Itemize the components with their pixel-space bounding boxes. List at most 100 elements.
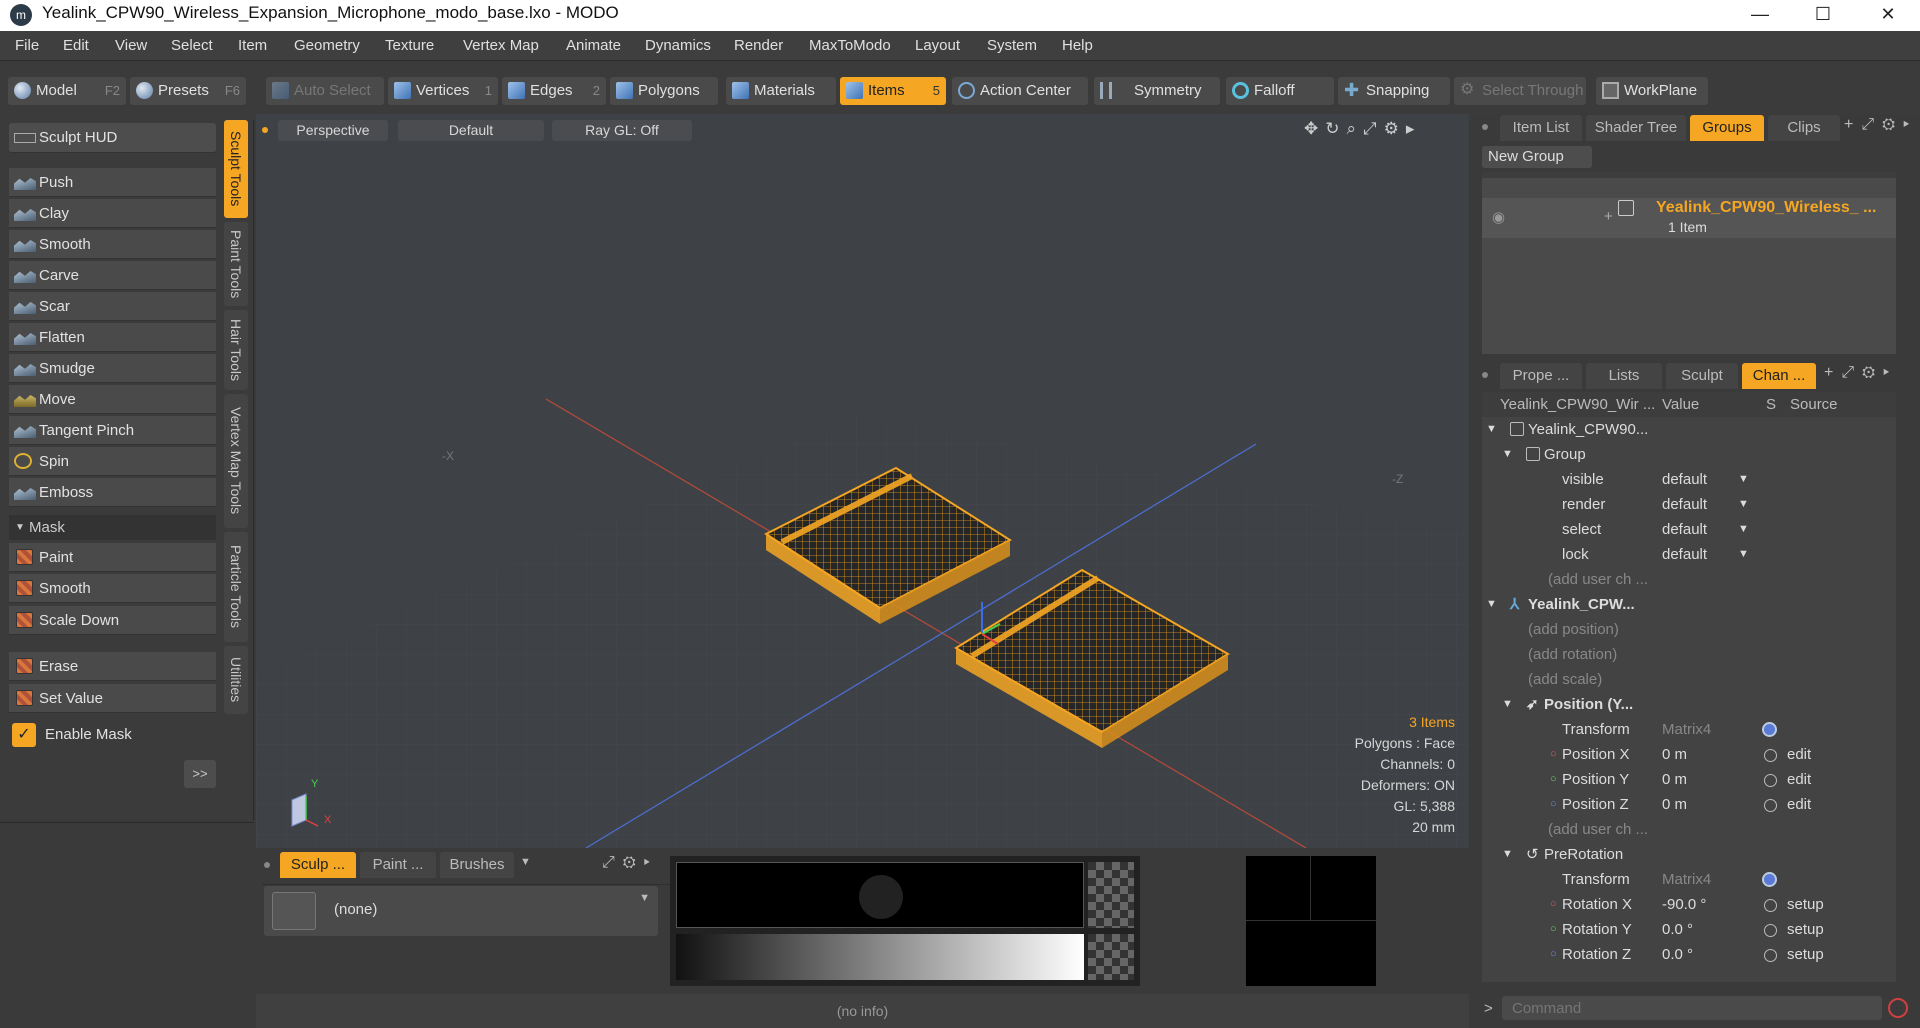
tab-paint-tools[interactable]: Paint Tools <box>224 222 248 306</box>
raygl-toggle[interactable]: Ray GL: Off <box>552 120 692 141</box>
channel-row[interactable]: ▼ Group <box>1482 442 1896 467</box>
auto-select-button[interactable]: Auto Select <box>266 77 384 105</box>
tab-channels[interactable]: Chan ... <box>1742 363 1816 389</box>
mask-smooth-button[interactable]: Smooth <box>9 574 216 603</box>
view-mode-dropdown[interactable]: Perspective <box>278 120 388 141</box>
maximize-button[interactable]: ☐ <box>1803 0 1843 31</box>
viewport-nav-icons[interactable]: ✥↻⌕⤢⚙▸ <box>1304 119 1421 139</box>
expand-plus-icon[interactable]: + <box>1604 208 1613 225</box>
mask-section-header[interactable]: ▼ Mask <box>9 515 216 540</box>
channel-row[interactable]: visible default ▼ <box>1482 467 1896 492</box>
menu-geometry[interactable]: Geometry <box>294 37 360 54</box>
sculpt-hud-button[interactable]: Sculpt HUD <box>9 123 216 153</box>
tab-groups[interactable]: Groups <box>1690 115 1764 141</box>
keyframe-circle-icon[interactable] <box>1764 799 1777 812</box>
channel-row[interactable]: render default ▼ <box>1482 492 1896 517</box>
tab-paint-brushes[interactable]: Paint ... <box>360 852 436 878</box>
channel-row[interactable]: ▼ Yealink_CPW90... <box>1482 417 1896 442</box>
edges-button[interactable]: Edges 2 <box>502 77 606 105</box>
transform-gear-icon[interactable] <box>1762 872 1777 887</box>
tab-sculpt[interactable]: Sculpt <box>1666 363 1738 389</box>
channel-row[interactable]: (add user ch ... <box>1482 817 1896 842</box>
expand-panel-button[interactable]: >> <box>184 760 216 788</box>
menu-render[interactable]: Render <box>734 37 783 54</box>
select-through-button[interactable]: ⚙ Select Through <box>1454 77 1586 105</box>
tool-push[interactable]: Push <box>9 168 216 197</box>
menu-edit[interactable]: Edit <box>63 37 89 54</box>
tool-clay[interactable]: Clay <box>9 199 216 228</box>
transform-gear-icon[interactable] <box>1762 722 1777 737</box>
close-button[interactable]: ✕ <box>1868 0 1908 31</box>
channel-row[interactable]: (add position) <box>1482 617 1896 642</box>
tab-particle-tools[interactable]: Particle Tools <box>224 532 248 642</box>
menu-select[interactable]: Select <box>171 37 213 54</box>
menu-help[interactable]: Help <box>1062 37 1093 54</box>
menu-maxtomodo[interactable]: MaxToModo <box>809 37 891 54</box>
tab-hair-tools[interactable]: Hair Tools <box>224 310 248 390</box>
tab-lists[interactable]: Lists <box>1586 363 1662 389</box>
tab-item-list[interactable]: Item List <box>1500 115 1582 141</box>
dropdown-arrow-icon[interactable]: ▼ <box>1738 542 1749 567</box>
tab-shader-tree[interactable]: Shader Tree <box>1586 115 1686 141</box>
channel-row[interactable]: lock default ▼ <box>1482 542 1896 567</box>
workplane-button[interactable]: WorkPlane <box>1596 77 1708 105</box>
vertices-button[interactable]: Vertices 1 <box>388 77 498 105</box>
keyframe-circle-icon[interactable] <box>1764 774 1777 787</box>
new-group-button[interactable]: New Group <box>1482 146 1592 168</box>
mask-erase-button[interactable]: Erase <box>9 652 216 681</box>
tool-carve[interactable]: Carve <box>9 261 216 290</box>
menu-vertex-map[interactable]: Vertex Map <box>463 37 539 54</box>
mask-paint-button[interactable]: Paint <box>9 543 216 572</box>
record-icon[interactable] <box>1888 998 1908 1018</box>
tool-scar[interactable]: Scar <box>9 292 216 321</box>
menu-dynamics[interactable]: Dynamics <box>645 37 711 54</box>
dropdown-arrow-icon[interactable]: ▼ <box>1738 467 1749 492</box>
group-visibility-icon[interactable]: ◉ <box>1492 208 1505 226</box>
channel-row[interactable]: ▼ ⅄ Yealink_CPW... <box>1482 592 1896 617</box>
dropdown-arrow-icon[interactable]: ▼ <box>1738 492 1749 517</box>
channel-row[interactable]: ○ Position Y0 m edit <box>1482 767 1896 792</box>
3d-viewport[interactable]: -X -Z Y X 3 Items Polygons : Face Channe… <box>256 114 1469 848</box>
channel-row[interactable]: (add scale) <box>1482 667 1896 692</box>
command-input[interactable] <box>1502 996 1882 1020</box>
keyframe-circle-icon[interactable] <box>1764 949 1777 962</box>
tool-spin[interactable]: Spin <box>9 447 216 476</box>
tool-flatten[interactable]: Flatten <box>9 323 216 352</box>
menu-animate[interactable]: Animate <box>566 37 621 54</box>
keyframe-circle-icon[interactable] <box>1764 899 1777 912</box>
symmetry-button[interactable]: Symmetry <box>1094 77 1220 105</box>
menu-item[interactable]: Item <box>238 37 267 54</box>
presets-button[interactable]: Presets F6 <box>130 77 246 105</box>
tab-clips[interactable]: Clips <box>1768 115 1840 141</box>
tab-sculpt-tools[interactable]: Sculpt Tools <box>224 120 248 218</box>
shading-dropdown[interactable]: Default <box>398 120 544 141</box>
enable-mask-toggle[interactable]: ✓ Enable Mask <box>9 720 216 750</box>
channel-row[interactable]: (add rotation) <box>1482 642 1896 667</box>
keyframe-circle-icon[interactable] <box>1764 924 1777 937</box>
group-row[interactable]: ◉ + Yealink_CPW90_Wireless_ ... 1 Item <box>1482 198 1896 238</box>
brush-preset-selector[interactable]: (none) ▼ <box>264 886 658 936</box>
menu-layout[interactable]: Layout <box>915 37 960 54</box>
channel-row[interactable]: ○ Rotation Z 0.0 ° setup <box>1482 942 1896 967</box>
items-button[interactable]: Items 5 <box>840 77 946 105</box>
channel-row[interactable]: ○ Rotation X -90.0 ° setup <box>1482 892 1896 917</box>
channel-row[interactable]: ▼ ↺ PreRotation <box>1482 842 1896 867</box>
menu-file[interactable]: File <box>15 37 39 54</box>
polygons-button[interactable]: Polygons <box>610 77 718 105</box>
dropdown-arrow-icon[interactable]: ▼ <box>1738 517 1749 542</box>
channel-row[interactable]: ○ Position Z0 m edit <box>1482 792 1896 817</box>
materials-button[interactable]: Materials <box>726 77 836 105</box>
menu-view[interactable]: View <box>115 37 147 54</box>
panel-controls-icons[interactable]: ⤢⚙▸ <box>602 854 658 872</box>
menu-texture[interactable]: Texture <box>385 37 434 54</box>
channel-row[interactable]: ○ Position X0 m edit <box>1482 742 1896 767</box>
channel-row[interactable]: Transform Matrix4 <box>1482 717 1896 742</box>
action-center-button[interactable]: Action Center <box>952 77 1088 105</box>
snapping-button[interactable]: ✚ Snapping <box>1338 77 1450 105</box>
tool-smudge[interactable]: Smudge <box>9 354 216 383</box>
mask-set-value-button[interactable]: Set Value <box>9 684 216 713</box>
tool-move[interactable]: Move <box>9 385 216 414</box>
falloff-button[interactable]: Falloff <box>1226 77 1334 105</box>
channel-row[interactable]: (add user ch ... <box>1482 567 1896 592</box>
tab-properties[interactable]: Prope ... <box>1500 363 1582 389</box>
